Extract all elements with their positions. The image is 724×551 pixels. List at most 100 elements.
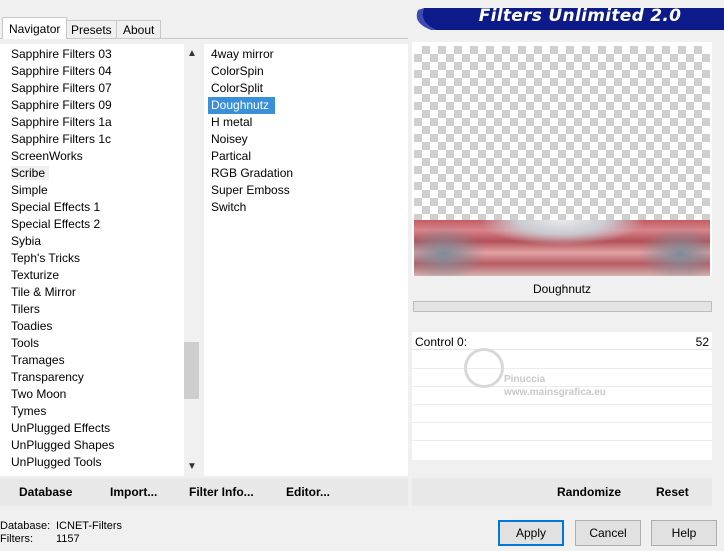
status-filters-value: 1157	[56, 533, 80, 545]
filter-item[interactable]: Doughnutz	[208, 97, 276, 114]
category-item[interactable]: Tymes	[0, 403, 184, 420]
category-item[interactable]: Special Effects 2	[0, 216, 184, 233]
category-item-label: Tymes	[11, 404, 47, 418]
filter-item[interactable]: H metal	[208, 114, 252, 131]
right-action-bar: Randomize Reset	[412, 478, 712, 506]
category-item-label: Two Moon	[11, 387, 67, 401]
category-item-label: Simple	[11, 183, 48, 197]
category-item-label: Scribe	[11, 166, 50, 180]
help-button[interactable]: Help	[651, 520, 717, 546]
filter-item[interactable]: RGB Gradation	[208, 165, 293, 182]
watermark: Pinuccia www.mainsgrafica.eu	[464, 346, 684, 406]
tab-presets[interactable]: Presets	[64, 20, 119, 39]
control-divider	[412, 422, 712, 423]
category-item[interactable]: Sybia	[0, 233, 184, 250]
category-list[interactable]: Sapphire Filters 03 Sapphire Filters 04 Sa…	[0, 44, 184, 476]
category-item-label: Sapphire Filters 04	[11, 64, 112, 78]
category-item-label: Tilers	[11, 302, 40, 316]
progress-bar	[413, 301, 712, 312]
category-item[interactable]: UnPlugged Effects	[0, 420, 184, 437]
control-label: Control 0:	[415, 335, 468, 349]
filter-item[interactable]: Noisey	[208, 131, 248, 148]
category-item-label: Sapphire Filters 07	[11, 81, 112, 95]
category-item-label: Teph's Tricks	[11, 251, 80, 265]
scroll-up-icon[interactable]: ▲	[184, 46, 200, 62]
left-action-bar: Database Import... Filter Info... Editor…	[0, 478, 408, 506]
category-item-label: Tools	[11, 336, 40, 350]
import-button[interactable]: Import...	[110, 485, 157, 499]
filter-item[interactable]: Switch	[208, 199, 246, 216]
category-item[interactable]: Sapphire Filters 04	[0, 63, 184, 80]
reset-button[interactable]: Reset	[656, 485, 689, 499]
category-item[interactable]: Simple	[0, 182, 184, 199]
control-divider	[412, 440, 712, 441]
category-scrollbar[interactable]: ▲ ▼	[184, 46, 200, 476]
category-item[interactable]: Sapphire Filters 03	[0, 46, 184, 63]
category-item[interactable]: Tilers	[0, 301, 184, 318]
status-database-value: ICNET-Filters	[56, 520, 122, 532]
editor-button[interactable]: Editor...	[286, 485, 330, 499]
database-button[interactable]: Database	[19, 485, 72, 499]
filter-item[interactable]: ColorSpin	[208, 63, 264, 80]
filter-item[interactable]: ColorSplit	[208, 80, 263, 97]
watermark-logo-icon	[464, 348, 504, 388]
category-item[interactable]: Special Effects 1	[0, 199, 184, 216]
category-item-label: Sapphire Filters 03	[11, 47, 112, 61]
category-item-label: UnPlugged Tools	[11, 455, 102, 469]
tab-navigator[interactable]: Navigator	[2, 17, 68, 39]
selected-filter-name: Doughnutz	[532, 282, 592, 296]
app-title: Filters Unlimited 2.0	[478, 6, 682, 26]
tab-strip: Navigator Presets About	[0, 0, 420, 39]
category-item[interactable]: Sapphire Filters 09	[0, 97, 184, 114]
category-item[interactable]: Toadies	[0, 318, 184, 335]
category-item-label: Tramages	[11, 353, 65, 367]
watermark-text: Pinuccia	[504, 374, 546, 385]
preview-area	[412, 42, 712, 276]
category-item[interactable]: ScreenWorks	[0, 148, 184, 165]
tab-about[interactable]: About	[116, 20, 162, 39]
category-item-label: Tile & Mirror	[11, 285, 76, 299]
category-item-label: Sybia	[11, 234, 42, 248]
category-item[interactable]: Transparency	[0, 369, 184, 386]
filter-list[interactable]: 4way mirror ColorSpin ColorSplit Doughnutz H…	[204, 44, 408, 476]
category-item[interactable]: Tools	[0, 335, 184, 352]
scroll-down-icon[interactable]: ▼	[184, 459, 200, 475]
preview-image	[414, 220, 710, 276]
filter-item[interactable]: Partical	[208, 148, 251, 165]
category-item[interactable]: Texturize	[0, 267, 184, 284]
cancel-button[interactable]: Cancel	[575, 520, 641, 546]
watermark-url: www.mainsgrafica.eu	[504, 387, 606, 398]
category-item[interactable]: Tile & Mirror	[0, 284, 184, 301]
category-item-label: Special Effects 1	[11, 200, 101, 214]
category-item[interactable]: Tramages	[0, 352, 184, 369]
category-item[interactable]: UnPlugged Shapes	[0, 437, 184, 454]
category-item-label: UnPlugged Effects	[11, 421, 111, 435]
status-database-label: Database:	[0, 520, 51, 532]
category-item[interactable]: Scribe	[0, 165, 184, 182]
category-item-label: Transparency	[11, 370, 84, 384]
controls-panel: Control 0: 52 Pinuccia www.mainsgrafica.…	[412, 332, 712, 460]
category-item[interactable]: Two Moon	[0, 386, 184, 403]
filter-info-button[interactable]: Filter Info...	[189, 485, 254, 499]
filter-item[interactable]: Super Emboss	[208, 182, 290, 199]
filter-item[interactable]: 4way mirror	[208, 46, 274, 63]
apply-button[interactable]: Apply	[498, 520, 564, 546]
category-item[interactable]: Sapphire Filters 1c	[0, 131, 184, 148]
randomize-button[interactable]: Randomize	[557, 485, 621, 499]
category-item[interactable]: Sapphire Filters 1a	[0, 114, 184, 131]
category-item-label: Sapphire Filters 1c	[11, 132, 112, 146]
status-filters-label: Filters:	[0, 533, 33, 545]
category-item[interactable]: UnPlugged Tools	[0, 454, 184, 471]
category-item-label: UnPlugged Shapes	[11, 438, 115, 452]
control-value[interactable]: 52	[696, 335, 709, 349]
category-item-label: Sapphire Filters 1a	[11, 115, 112, 129]
category-item-label: Texturize	[11, 268, 60, 282]
category-item-label: Toadies	[11, 319, 53, 333]
category-item-label: ScreenWorks	[11, 149, 83, 163]
category-item[interactable]: Sapphire Filters 07	[0, 80, 184, 97]
category-item-label: Sapphire Filters 09	[11, 98, 112, 112]
category-item-label: Special Effects 2	[11, 217, 101, 231]
scroll-thumb[interactable]	[184, 341, 199, 399]
category-item[interactable]: Teph's Tricks	[0, 250, 184, 267]
preview-transparent-area	[414, 46, 710, 220]
